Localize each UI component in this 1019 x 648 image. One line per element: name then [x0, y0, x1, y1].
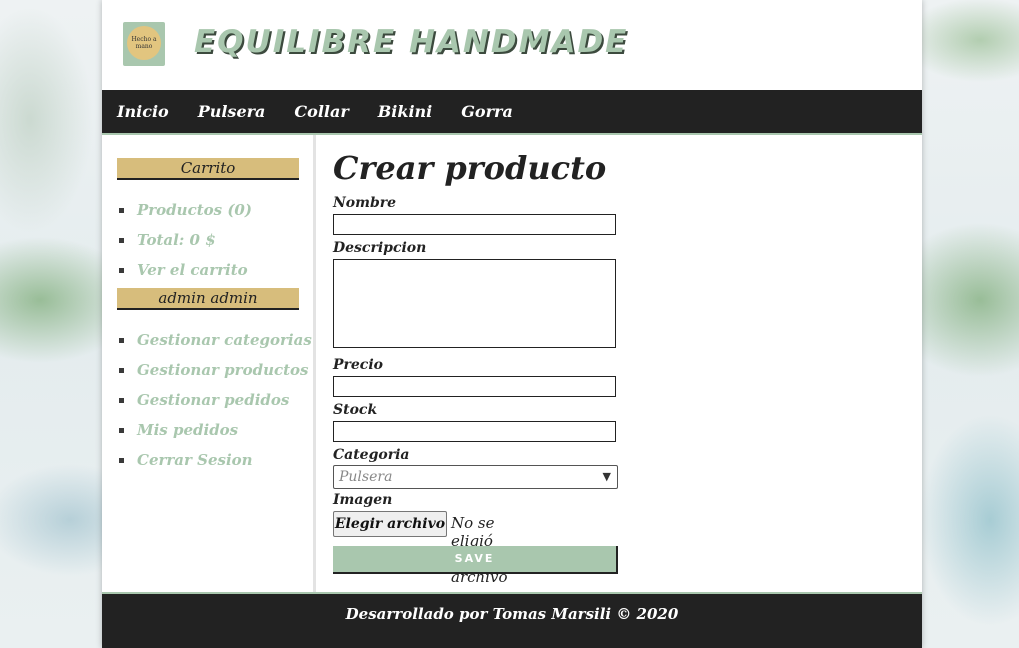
cart-list: Productos (0) Total: 0 $ Ver el carrito: [119, 195, 313, 285]
stock-input[interactable]: [333, 421, 616, 442]
categoria-selected: Pulsera: [339, 469, 393, 485]
view-cart-link[interactable]: Ver el carrito: [119, 255, 313, 285]
user-heading: admin admin: [117, 288, 299, 310]
site-title: EQUILIBRE HANDMADE: [194, 24, 629, 60]
nav-item-collar[interactable]: Collar: [294, 102, 348, 121]
stock-label: Stock: [333, 402, 378, 418]
save-button[interactable]: SAVE: [333, 546, 618, 574]
nombre-input[interactable]: [333, 214, 616, 235]
footer-text: Desarrollado por Tomas Marsili © 2020: [345, 605, 679, 623]
my-orders-link[interactable]: Mis pedidos: [119, 415, 313, 445]
manage-products-link[interactable]: Gestionar productos: [119, 355, 313, 385]
precio-label: Precio: [333, 357, 383, 373]
logo-badge: Hecho a mano: [127, 26, 161, 60]
nav-item-bikini[interactable]: Bikini: [378, 102, 432, 121]
nav-item-pulsera[interactable]: Pulsera: [198, 102, 266, 121]
imagen-label: Imagen: [333, 492, 393, 508]
manage-categories-link[interactable]: Gestionar categorias: [119, 325, 313, 355]
categoria-label: Categoria: [333, 447, 410, 463]
cart-heading: Carrito: [117, 158, 299, 180]
logo-text: Hecho a mano: [131, 36, 157, 50]
nav-item-gorra[interactable]: Gorra: [461, 102, 513, 121]
categoria-select[interactable]: Pulsera ▼: [333, 465, 618, 489]
chevron-down-icon: ▼: [602, 470, 611, 483]
site-footer: Desarrollado por Tomas Marsili © 2020: [102, 592, 922, 648]
page-title: Crear producto: [333, 149, 607, 187]
choose-file-button[interactable]: Elegir archivo: [333, 511, 447, 537]
manage-orders-link[interactable]: Gestionar pedidos: [119, 385, 313, 415]
descripcion-textarea[interactable]: [333, 259, 616, 348]
descripcion-label: Descripcion: [333, 240, 427, 256]
cart-total[interactable]: Total: 0 $: [119, 225, 313, 255]
precio-input[interactable]: [333, 376, 616, 397]
cart-products-link[interactable]: Productos (0): [119, 195, 313, 225]
admin-list: Gestionar categorias Gestionar productos…: [119, 325, 313, 475]
nombre-label: Nombre: [333, 195, 397, 211]
sidebar: Carrito Productos (0) Total: 0 $ Ver el …: [102, 135, 316, 592]
nav-item-inicio[interactable]: Inicio: [117, 102, 169, 121]
logout-link[interactable]: Cerrar Sesion: [119, 445, 313, 475]
site-header: Hecho a mano EQUILIBRE HANDMADE: [102, 0, 922, 90]
page-container: Hecho a mano EQUILIBRE HANDMADE Inicio P…: [102, 0, 922, 648]
main-nav: Inicio Pulsera Collar Bikini Gorra: [102, 90, 922, 135]
site-logo[interactable]: Hecho a mano: [123, 22, 165, 66]
